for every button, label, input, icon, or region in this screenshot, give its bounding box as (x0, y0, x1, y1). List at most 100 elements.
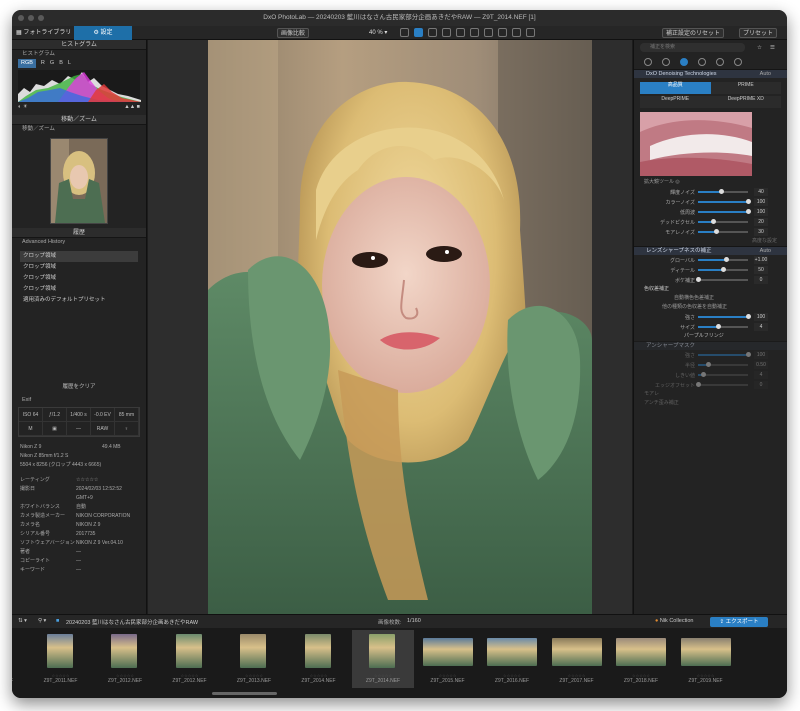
slider-value[interactable]: 4 (754, 323, 768, 331)
filmstrip-thumbnail[interactable]: ☆☆☆☆☆ Z9T_2012.NEF (159, 630, 221, 688)
slider-track[interactable] (698, 189, 748, 194)
local-adjust-icon[interactable] (498, 28, 507, 37)
filmstrip-thumbnail[interactable]: ☆☆☆☆☆ Z9T_2015.NEF (417, 630, 479, 688)
zoom-window-button[interactable] (38, 15, 44, 21)
star-icon[interactable]: ☆ (757, 45, 762, 51)
filmstrip-thumbnail[interactable]: ☆☆☆☆☆ Z9T_2014.NEF (288, 630, 350, 688)
slider-track[interactable] (698, 219, 748, 224)
channel-g[interactable]: G (50, 59, 54, 68)
tab-settings[interactable]: ⚙ 設定 (74, 26, 132, 40)
channel-rgb[interactable]: RGB (18, 59, 36, 68)
moire-header[interactable]: モアレ (634, 390, 787, 399)
rating-stars[interactable]: ☆☆☆☆☆ (76, 477, 98, 483)
slider-knob[interactable] (718, 189, 724, 194)
close-window-button[interactable] (18, 15, 24, 21)
advanced-settings-link[interactable]: 高度な設定 (634, 237, 787, 246)
slider-value[interactable]: 30 (754, 228, 768, 236)
chromatic-aberration-header[interactable]: 色収差補正 (634, 285, 787, 294)
slider-track[interactable] (698, 229, 748, 234)
effects-palette-icon[interactable] (716, 58, 724, 66)
slider-value[interactable]: 4 (754, 371, 768, 379)
filmstrip-thumbnail[interactable]: ☆☆☆☆☆ Z9T_2012.NEF (94, 630, 156, 688)
shadow-clip-icon[interactable]: ◐ ☀ (18, 104, 28, 112)
channel-r[interactable]: R (41, 59, 45, 68)
history-panel-header[interactable]: 履歴 (12, 228, 146, 238)
slider-track[interactable] (698, 267, 748, 272)
highlight-clip-icon[interactable]: ▲▲ ■ (124, 104, 140, 112)
filmstrip-thumbnail[interactable]: ☆☆☆☆☆Z9T_2010.NEF (12, 630, 27, 688)
color-palette-icon[interactable] (662, 58, 670, 66)
channel-b[interactable]: B (59, 59, 63, 68)
nik-collection-button[interactable]: ● Nik Collection (655, 618, 693, 624)
slider-value[interactable]: 50 (754, 266, 768, 274)
slider-knob[interactable] (746, 199, 751, 204)
filter-icon[interactable]: ⚲ ▾ (38, 618, 46, 624)
slider-knob[interactable] (746, 209, 751, 214)
filmstrip-thumbnail[interactable]: ☆☆☆☆☆ Z9T_2017.NEF (546, 630, 608, 688)
move-zoom-panel-header[interactable]: 移動／ズーム (12, 115, 146, 125)
history-subheader[interactable]: Advanced History (12, 238, 146, 247)
slider-value[interactable]: 100 (754, 351, 768, 359)
slider-knob[interactable] (746, 314, 751, 319)
slider-value[interactable]: 40 (754, 188, 768, 196)
retouch-tool-icon[interactable] (470, 28, 479, 37)
watermark-icon[interactable] (512, 28, 521, 37)
slider-value[interactable]: 0 (754, 276, 768, 284)
tab-deepprime-xd[interactable]: DeepPRIME XD (710, 96, 781, 108)
slider-value[interactable]: 100 (754, 198, 768, 206)
fit-icon[interactable] (400, 28, 409, 37)
slider-knob[interactable] (696, 277, 701, 282)
auto-other-ca-checkbox[interactable]: 他の種類の色収差を自動補正 (634, 303, 787, 312)
history-item[interactable]: クロップ領域 (20, 284, 138, 295)
slider-track[interactable] (698, 314, 751, 319)
search-corrections-input[interactable]: 補正を検索 (640, 43, 745, 52)
slider-knob[interactable] (716, 324, 721, 329)
slider-knob[interactable] (706, 362, 711, 367)
slider-track[interactable] (698, 362, 748, 367)
slider-knob[interactable] (701, 372, 706, 377)
slider-track[interactable] (698, 257, 748, 262)
history-item[interactable]: クロップ領域 (20, 262, 138, 273)
move-zoom-subheader[interactable]: 移動／ズーム (12, 125, 146, 134)
filmstrip-thumbnail[interactable]: ☆☆☆☆☆ Z9T_2013.NEF (223, 630, 285, 688)
channel-l[interactable]: L (68, 59, 71, 68)
slider-track[interactable] (698, 372, 748, 377)
slider-track[interactable] (698, 324, 748, 329)
slider-knob[interactable] (746, 352, 751, 357)
slider-value[interactable]: 100 (754, 313, 768, 321)
slider-track[interactable] (698, 352, 751, 357)
purple-fringe-button[interactable]: パープルフリンジ (634, 332, 787, 341)
slider-knob[interactable] (713, 229, 719, 234)
sort-icon[interactable]: ⇅ ▾ (18, 618, 27, 624)
slider-value[interactable]: +1.00 (754, 256, 768, 264)
detail-palette-icon[interactable] (680, 58, 688, 66)
loupe-tool[interactable]: 拡大鏡ツール ◎ (634, 178, 787, 187)
main-photo[interactable] (208, 40, 592, 614)
slider-value[interactable]: 20 (754, 218, 768, 226)
filmstrip-scrollbar[interactable] (212, 692, 277, 695)
histogram-subheader[interactable]: ヒストグラム (12, 50, 146, 59)
slider-value[interactable]: 0 (754, 381, 768, 389)
white-balance-picker-icon[interactable] (456, 28, 465, 37)
clear-history-button[interactable]: 履歴をクリア (60, 382, 98, 390)
slider-knob[interactable] (711, 219, 716, 224)
unsharp-mask-section-header[interactable]: アンシャープマスク (634, 341, 787, 350)
filmstrip-thumbnail[interactable]: ☆☆☆☆☆ Z9T_2018.NEF (610, 630, 672, 688)
exif-subheader[interactable]: Exif (12, 396, 146, 405)
reset-corrections-button[interactable]: 補正設定のリセット (662, 28, 725, 38)
slider-track[interactable] (696, 277, 748, 282)
auto-lateral-ca-checkbox[interactable]: 自動横色色差補正 (634, 294, 787, 303)
tab-hq[interactable]: 高品質 (640, 82, 711, 94)
tab-prime[interactable]: PRIME (710, 82, 781, 94)
histogram-panel-header[interactable]: ヒストグラム (12, 40, 146, 50)
denoise-section-header[interactable]: DxO Denoising Technologies Auto (634, 69, 787, 78)
history-item[interactable]: 適用済みのデフォルトプリセット (20, 295, 138, 306)
geometry-palette-icon[interactable] (698, 58, 706, 66)
export-button[interactable]: ⇪ エクスポート (710, 617, 768, 627)
slider-knob[interactable] (723, 257, 729, 262)
redeye-tool-icon[interactable] (484, 28, 493, 37)
filmstrip-thumbnail[interactable]: ☆☆☆☆☆ Z9T_2019.NEF (675, 630, 737, 688)
image-viewer[interactable] (148, 40, 632, 614)
tab-deepprime[interactable]: DeepPRIME (640, 96, 711, 108)
slider-value[interactable]: 0.50 (754, 361, 768, 369)
